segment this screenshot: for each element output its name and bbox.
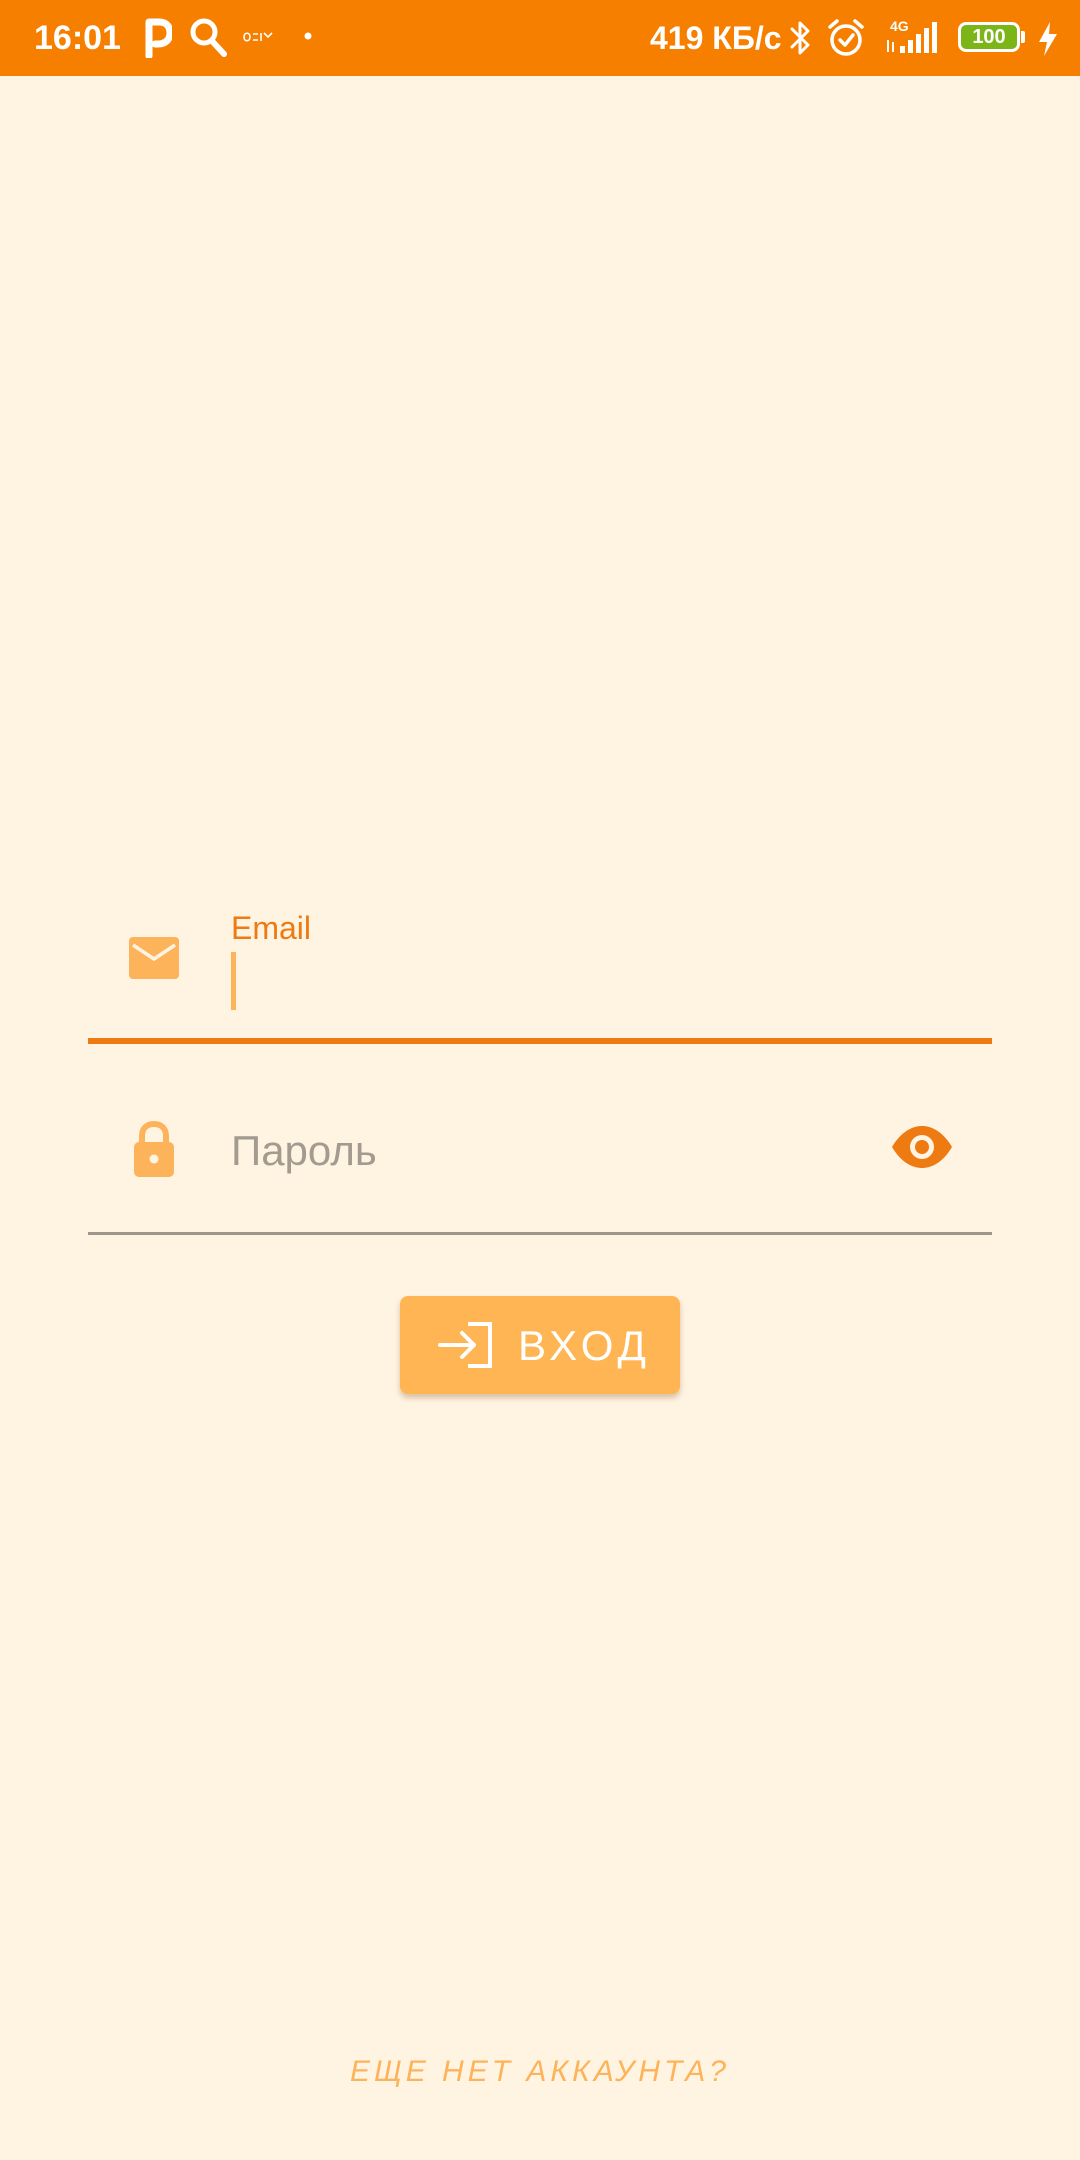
signal-icon [887,22,937,53]
charging-icon [1039,22,1057,56]
signup-link[interactable]: ЕЩЕ НЕТ АККАУНТА? [0,2050,1080,2094]
parking-p-icon [145,18,172,58]
login-screen: 16:01 419 КБ/с 4G 100 Email Пароль ВХОД … [0,0,1080,2160]
status-bar: 16:01 419 КБ/с 4G 100 [0,0,1080,76]
text-cursor [231,952,236,1010]
app-notification-icon [243,32,273,42]
toggle-password-visibility-button[interactable] [890,1124,960,1178]
envelope-icon [129,937,179,979]
login-button-label: ВХОД [518,1322,651,1369]
battery-nub [1021,31,1025,43]
dot-icon [304,32,312,40]
password-underline [88,1232,992,1235]
eye-icon [892,1126,952,1168]
login-button[interactable]: ВХОД [400,1296,680,1394]
email-underline [88,1038,992,1044]
battery-level: 100 [972,26,1006,48]
bluetooth-icon [790,21,810,55]
status-time: 16:01 [34,19,121,57]
email-label: Email [231,910,312,946]
lock-icon [134,1120,174,1177]
alarm-icon [828,19,864,56]
search-icon [190,18,227,57]
password-placeholder: Пароль [231,1127,377,1174]
battery-icon: 100 [958,22,1020,52]
network-speed: 419 КБ/с [650,20,782,56]
login-arrow-icon [438,1322,492,1368]
